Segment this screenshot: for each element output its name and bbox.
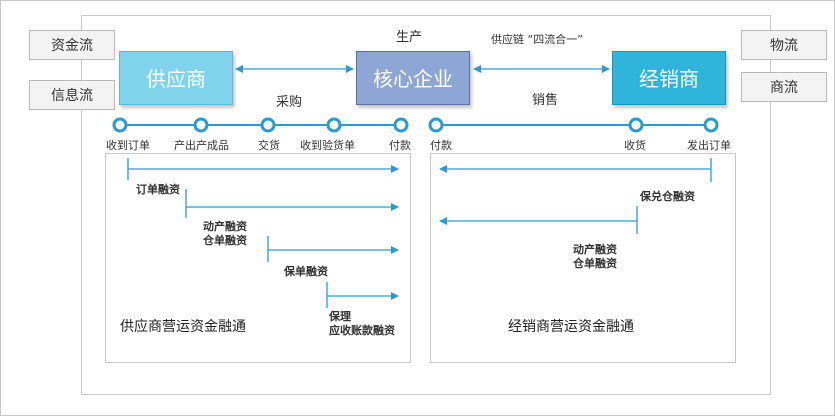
timeline-label-goods-received: 收货 [624, 139, 646, 152]
timeline-label-order-sent: 发出订单 [687, 139, 731, 152]
timeline-label-payment-left: 付款 [389, 139, 411, 152]
timeline-node-goods-received [628, 117, 644, 133]
logistics-flow-tag: 物流 [741, 30, 827, 60]
distributor-finance-title: 经销商营运资金融通 [508, 319, 634, 335]
timeline-node-delivery [260, 117, 276, 133]
guaranteed-warehouse-label: 保兑仓融资 [640, 190, 695, 203]
information-flow-tag: 信息流 [29, 80, 115, 110]
timeline-label-delivery: 交货 [258, 139, 280, 152]
timeline-label-payment-right: 付款 [430, 139, 452, 152]
supplier-movable-financing-label: 动产融资 [203, 220, 247, 233]
supplier-box: 供应商 [119, 51, 233, 105]
distributor-warehouse-financing-label: 仓单融资 [573, 257, 617, 270]
timeline-node-order-received [112, 117, 128, 133]
timeline-label-finished-goods: 产出产成品 [174, 139, 229, 152]
timeline-node-payment-right [428, 117, 444, 133]
production-label: 生产 [396, 30, 423, 45]
supplier-warehouse-financing-label: 仓单融资 [203, 234, 247, 247]
commerce-flow-tag: 商流 [741, 72, 827, 102]
timeline-node-payment-left [393, 117, 409, 133]
sales-label: 销售 [532, 93, 559, 108]
timeline-node-inspection-received [326, 117, 342, 133]
distributor-movable-financing-label: 动产融资 [573, 243, 617, 256]
order-financing-label: 订单融资 [136, 183, 180, 196]
timeline-node-finished-goods [193, 117, 209, 133]
supplier-finance-title: 供应商营运资金融通 [120, 319, 246, 335]
supply-chain-label: 供应链 “四流合一” [491, 33, 583, 46]
timeline-label-order-received: 收到订单 [106, 139, 150, 152]
timeline-node-order-sent [703, 117, 719, 133]
procurement-label: 采购 [276, 95, 303, 110]
capital-flow-tag: 资金流 [29, 30, 115, 60]
receivables-financing-label: 应收账款融资 [329, 324, 395, 337]
factoring-financing-label: 保单融资 [284, 265, 328, 278]
distributor-box: 经销商 [612, 51, 726, 105]
core-enterprise-box: 核心企业 [356, 51, 470, 105]
timeline-label-inspection-received: 收到验货单 [300, 139, 355, 152]
factoring-label: 保理 [329, 310, 351, 323]
